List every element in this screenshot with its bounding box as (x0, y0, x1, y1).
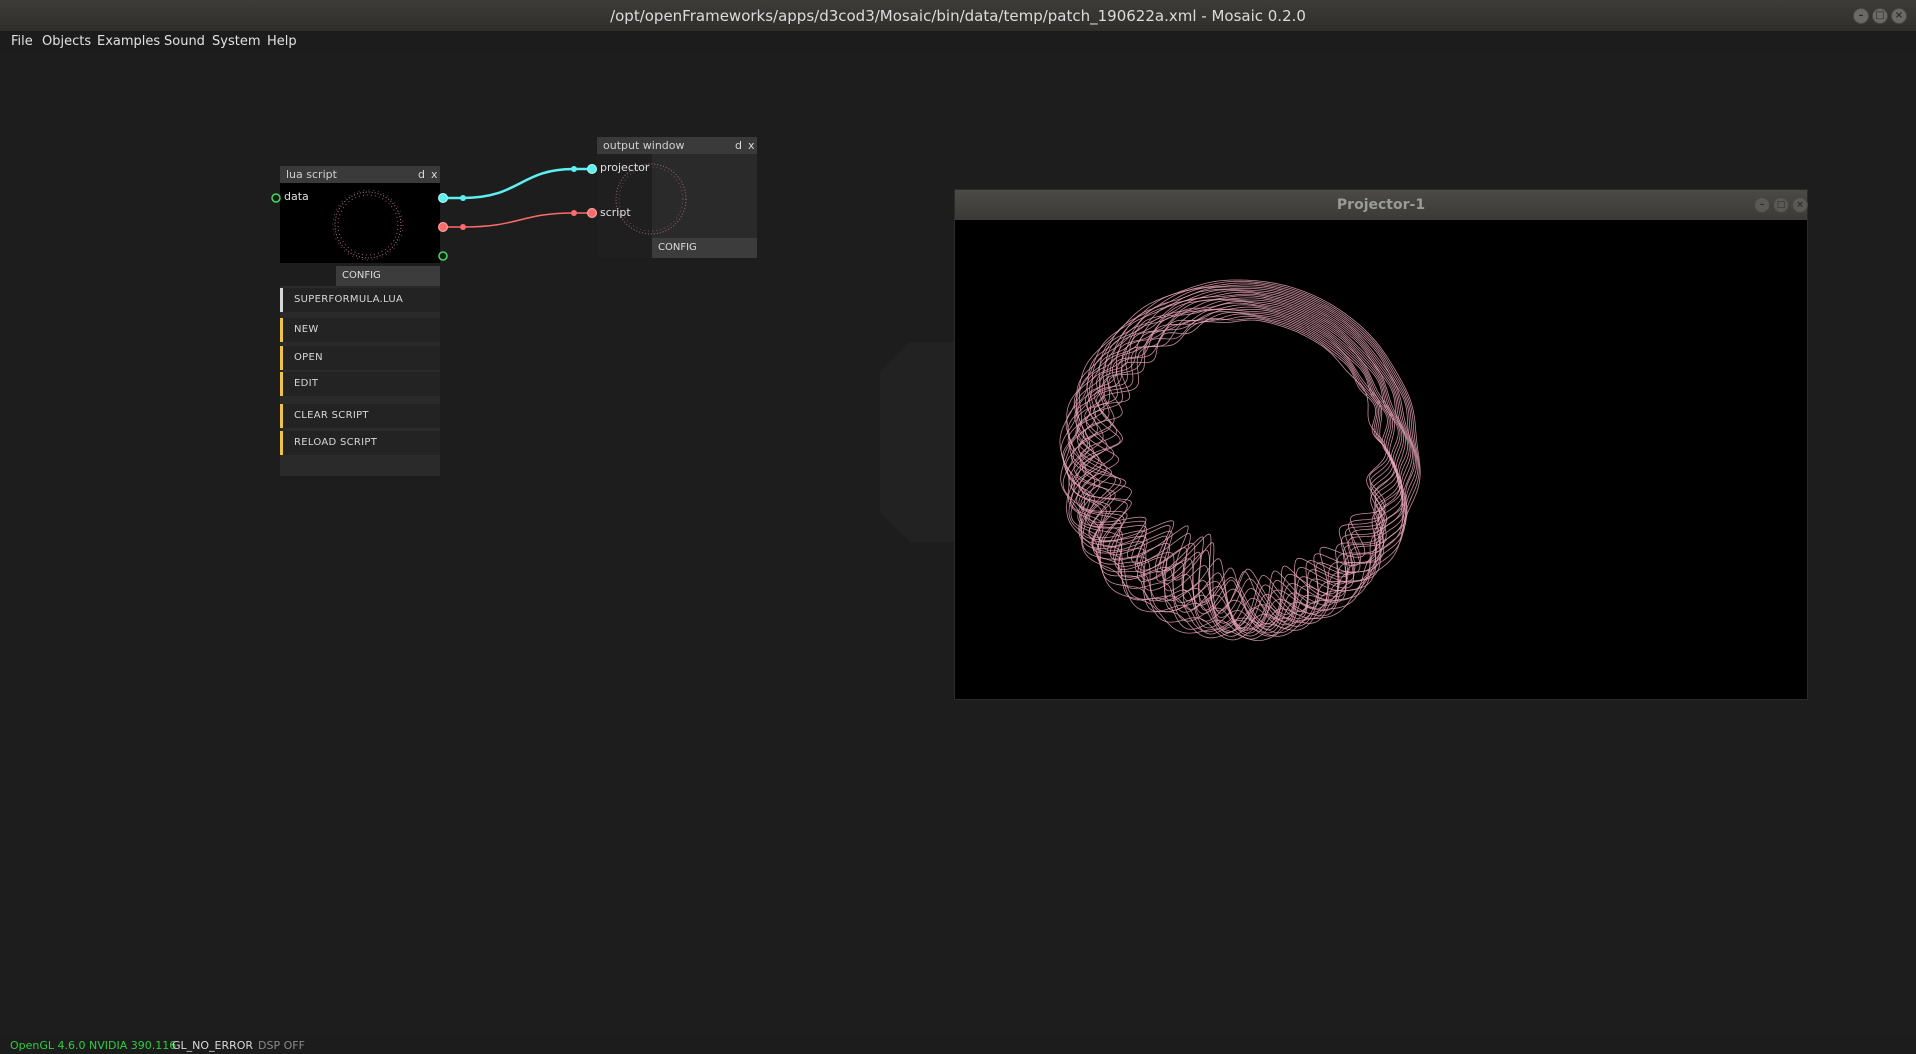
projector-titlebar[interactable]: Projector-1 – □ × (955, 190, 1808, 220)
output-projector-inlet-icon[interactable] (586, 163, 598, 175)
script-cable (444, 212, 592, 228)
lua-config-button[interactable]: CONFIG (336, 266, 440, 286)
status-gl-error: GL_NO_ERROR (172, 1039, 254, 1052)
output-script-inlet-label: script (600, 206, 631, 219)
lua-script-outlet-icon[interactable] (437, 221, 449, 233)
lua-edit-button[interactable]: EDIT (280, 372, 440, 396)
projector-title: Projector-1 (1336, 197, 1426, 213)
superformula-render (1059, 279, 1421, 642)
menu-objects[interactable]: Objects (42, 34, 91, 49)
texture-cable (444, 167, 592, 200)
projector-window[interactable]: Projector-1 – □ × (954, 189, 1808, 700)
lua-new-button[interactable]: NEW (280, 318, 440, 342)
window-titlebar[interactable]: /opt/openFrameworks/apps/d3cod3/Mosaic/b… (0, 0, 1916, 32)
script-cable-handle-end (571, 210, 577, 216)
menu-examples[interactable]: Examples (97, 34, 160, 49)
output-node-header[interactable]: output window d x (597, 137, 757, 154)
lua-clear-script-button[interactable]: CLEAR SCRIPT (280, 404, 440, 428)
projector-close-button[interactable]: × (1792, 197, 1808, 213)
minimize-button[interactable]: – (1853, 8, 1869, 24)
lua-node-header[interactable]: lua script d x (280, 166, 440, 183)
menu-file[interactable]: File (11, 34, 33, 49)
lua-inlet-port-icon[interactable] (270, 192, 282, 204)
status-bar: OpenGL 4.6.0 NVIDIA 390.116 GL_NO_ERROR … (0, 1036, 1916, 1054)
output-config-button[interactable]: CONFIG (652, 238, 757, 258)
projector-maximize-button[interactable]: □ (1773, 197, 1789, 213)
lua-data-outlet-icon[interactable] (437, 250, 449, 262)
output-projector-inlet-label: projector (600, 161, 650, 174)
texture-cable-handle-start (460, 195, 466, 201)
lua-reload-script-button[interactable]: RELOAD SCRIPT (280, 431, 440, 455)
lua-node-title: lua script (286, 168, 337, 181)
close-button[interactable]: × (1891, 8, 1907, 24)
projector-minimize-button[interactable]: – (1754, 197, 1770, 213)
mosaic-app: /opt/openFrameworks/apps/d3cod3/Mosaic/b… (0, 0, 1916, 1054)
texture-cable-handle-end (571, 166, 577, 172)
lua-node-duplicate-button[interactable]: d (418, 168, 425, 181)
output-node-close-button[interactable]: x (748, 139, 755, 152)
script-cable-handle-start (460, 224, 466, 230)
output-node-title: output window (603, 139, 685, 152)
lua-open-button[interactable]: OPEN (280, 346, 440, 370)
status-opengl: OpenGL 4.6.0 NVIDIA 390.116 (10, 1039, 177, 1052)
menu-help[interactable]: Help (267, 34, 297, 49)
output-node-duplicate-button[interactable]: d (735, 139, 742, 152)
maximize-button[interactable]: □ (1872, 8, 1888, 24)
lua-script-file-button[interactable]: SUPERFORMULA.LUA (280, 288, 440, 312)
output-script-inlet-icon[interactable] (586, 207, 598, 219)
menu-system[interactable]: System (212, 34, 260, 49)
lua-texture-outlet-icon[interactable] (437, 192, 449, 204)
menubar: File Objects Examples Sound System Help (0, 32, 1916, 52)
projector-view (955, 220, 1807, 699)
menu-sound[interactable]: Sound (164, 34, 205, 49)
lua-node-inlet-label: data (284, 190, 309, 203)
status-dsp: DSP OFF (258, 1039, 305, 1052)
lua-node-close-button[interactable]: x (431, 168, 438, 181)
window-title: /opt/openFrameworks/apps/d3cod3/Mosaic/b… (610, 7, 1306, 25)
